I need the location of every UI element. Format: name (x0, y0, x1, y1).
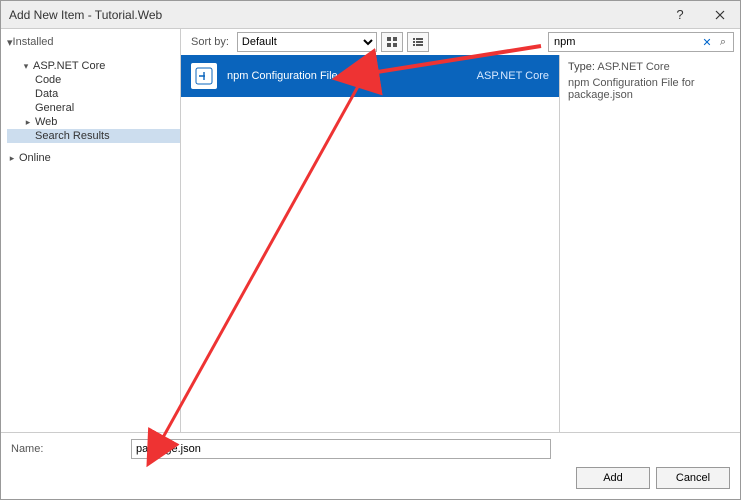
tree-node-aspnetcore[interactable]: ▾ ASP.NET Core (7, 59, 180, 73)
tree-node-web[interactable]: ▸Web (7, 115, 180, 129)
npm-file-icon (191, 63, 217, 89)
sort-by-label: Sort by: (191, 36, 229, 48)
tree-node-data[interactable]: Data (7, 87, 180, 101)
tree-label: General (35, 102, 74, 114)
details-type-row: Type: ASP.NET Core (568, 61, 732, 73)
footer: Name: Add Cancel (1, 432, 740, 499)
chevron-right-icon: ▸ (23, 117, 33, 128)
name-row: Name: (11, 439, 730, 459)
template-tag: ASP.NET Core (477, 70, 549, 82)
template-name: npm Configuration File (227, 70, 467, 82)
tree-label: Web (35, 116, 57, 128)
window-title: Add New Item - Tutorial.Web (9, 8, 162, 22)
tree-label: Data (35, 88, 58, 100)
category-sidebar: ▾ ASP.NET Core Code Data General ▸Web Se… (1, 55, 181, 432)
details-pane: Type: ASP.NET Core npm Configuration Fil… (560, 55, 740, 432)
details-description: npm Configuration File for package.json (568, 77, 732, 101)
tree-label: ASP.NET Core (33, 60, 105, 72)
search-input[interactable] (551, 36, 699, 48)
button-row: Add Cancel (11, 467, 730, 489)
tree-label: Code (35, 74, 61, 86)
tree-node-search-results[interactable]: Search Results (7, 129, 180, 143)
search-icon: ⌕ (715, 36, 731, 49)
title-bar: Add New Item - Tutorial.Web ? (1, 1, 740, 29)
sort-by-select[interactable]: Default (237, 32, 377, 52)
tree-node-code[interactable]: Code (7, 73, 180, 87)
chevron-down-icon: ▾ (21, 61, 31, 72)
grid-medium-icon (386, 36, 398, 48)
type-value: ASP.NET Core (597, 61, 669, 73)
list-icon (412, 36, 424, 48)
dialog-window: Add New Item - Tutorial.Web ? ▾ Installe… (0, 0, 741, 500)
tree-node-online[interactable]: ▸ Online (7, 151, 180, 165)
chevron-right-icon: ▸ (7, 153, 17, 164)
type-label: Type: (568, 61, 595, 73)
main-area: ▾ ASP.NET Core Code Data General ▸Web Se… (1, 55, 740, 432)
template-list: npm Configuration File ASP.NET Core (181, 55, 560, 432)
view-medium-icons-button[interactable] (381, 32, 403, 52)
toolbar: ▾ Installed Sort by: Default ✕ ⌕ (1, 29, 740, 55)
name-input[interactable] (131, 439, 551, 459)
help-button[interactable]: ? (660, 1, 700, 29)
close-icon (715, 10, 725, 20)
template-item-npm-config[interactable]: npm Configuration File ASP.NET Core (181, 55, 559, 97)
add-button[interactable]: Add (576, 467, 650, 489)
sidebar-section-installed[interactable]: ▾ Installed (1, 29, 181, 55)
tree-label: Online (19, 152, 51, 164)
close-button[interactable] (700, 1, 740, 29)
installed-label: Installed (13, 36, 54, 48)
cancel-button[interactable]: Cancel (656, 467, 730, 489)
clear-search-button[interactable]: ✕ (699, 36, 715, 49)
search-box[interactable]: ✕ ⌕ (548, 32, 734, 52)
view-small-icons-button[interactable] (407, 32, 429, 52)
tree-node-general[interactable]: General (7, 101, 180, 115)
tree-label: Search Results (35, 130, 110, 142)
name-label: Name: (11, 443, 121, 455)
